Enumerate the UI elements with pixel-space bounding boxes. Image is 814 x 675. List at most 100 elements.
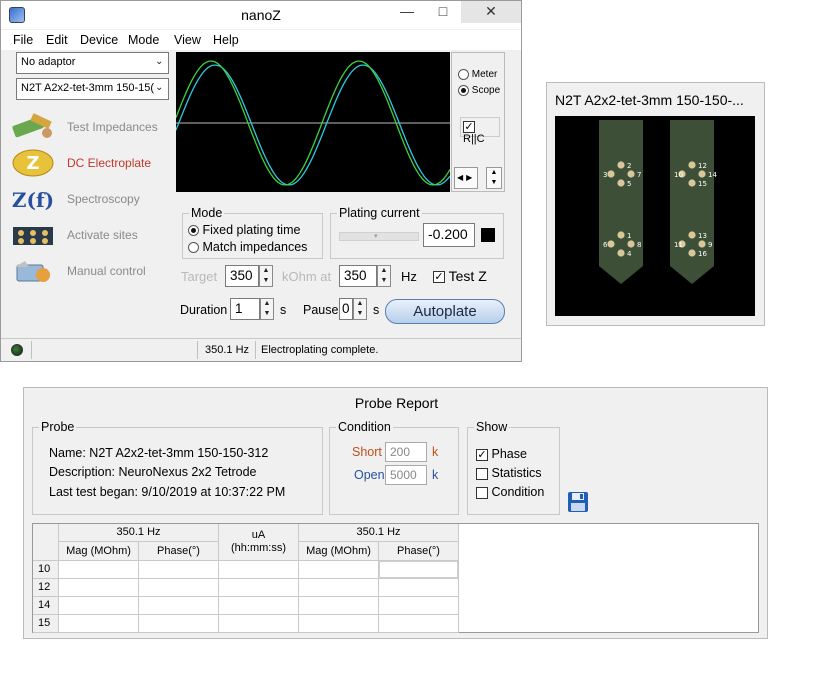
table-cell[interactable] [139, 579, 219, 597]
statistics-check-icon[interactable] [476, 467, 488, 480]
scope-scroll-vertical[interactable]: ▲ ▼ [486, 167, 502, 189]
scope-radio-button[interactable] [458, 85, 469, 96]
probe-site[interactable] [698, 170, 706, 178]
probe-site[interactable] [688, 231, 696, 239]
ric-check-icon[interactable]: ✓ [463, 121, 475, 134]
condition-check-icon[interactable] [476, 486, 488, 499]
table-cell[interactable] [219, 615, 299, 633]
meter-radio[interactable]: Meter [458, 69, 497, 80]
plating-current-input[interactable]: -0.200 [423, 223, 475, 247]
arrow-up-icon[interactable]: ▲ [487, 168, 501, 178]
table-cell[interactable] [299, 615, 379, 633]
menu-help[interactable]: Help [213, 33, 239, 47]
probe-site[interactable] [627, 170, 635, 178]
scope-scroll-horizontal[interactable]: ◀ ▶ [454, 167, 478, 189]
duration-input[interactable]: 1 [230, 298, 260, 320]
arrow-down-icon[interactable]: ▼ [354, 309, 366, 319]
probe-site-label: 13 [698, 232, 707, 240]
adaptor-select[interactable]: No adaptor ⌄ [16, 52, 169, 74]
arrow-down-icon[interactable]: ▼ [378, 276, 390, 286]
menu-mode[interactable]: Mode [128, 33, 159, 47]
probe-select[interactable]: N2T A2x2-tet-3mm 150-15( ⌄ [16, 78, 169, 100]
sidebar-item-activate-sites[interactable]: Activate sites [7, 219, 167, 251]
sidebar-item-manual-control[interactable]: Manual control [7, 255, 167, 287]
show-condition-checkbox[interactable]: Condition [476, 485, 544, 499]
table-cell[interactable] [59, 579, 139, 597]
table-cell[interactable] [299, 561, 379, 579]
table-cell[interactable] [139, 615, 219, 633]
ric-checkbox[interactable]: ✓ R||C [460, 117, 500, 145]
open-input[interactable]: 5000 [385, 465, 427, 485]
minimize-button[interactable]: — [389, 1, 425, 23]
probe-site[interactable] [617, 249, 625, 257]
menu-device[interactable]: Device [80, 33, 118, 47]
pause-input[interactable]: 0 [339, 298, 353, 320]
menu-view[interactable]: View [174, 33, 201, 47]
sidebar-item-test-impedances[interactable]: Test Impedances [7, 111, 167, 143]
show-phase-checkbox[interactable]: ✓ Phase [476, 447, 527, 461]
arrow-up-icon[interactable]: ▲ [378, 266, 390, 276]
probe-site[interactable] [607, 240, 615, 248]
probe-site[interactable] [617, 161, 625, 169]
phase-check-icon[interactable]: ✓ [476, 448, 488, 461]
probe-site[interactable] [607, 170, 615, 178]
meter-radio-button[interactable] [458, 69, 469, 80]
sidebar-item-dc-electroplate[interactable]: Z DC Electroplate [7, 147, 167, 179]
table-cell[interactable] [299, 597, 379, 615]
probe-site[interactable] [688, 179, 696, 187]
table-cell[interactable] [379, 579, 459, 597]
table-cell[interactable] [139, 597, 219, 615]
arrow-down-icon[interactable]: ▼ [260, 276, 272, 286]
close-button[interactable]: ✕ [461, 1, 521, 23]
sidebar-item-spectroscopy[interactable]: Z(f) Spectroscopy [7, 183, 167, 215]
table-cell[interactable] [219, 579, 299, 597]
table-cell[interactable] [379, 597, 459, 615]
probe-site[interactable] [688, 161, 696, 169]
scope-radio[interactable]: Scope [458, 85, 500, 96]
target-frequency-input[interactable]: 350 [339, 265, 377, 287]
title-bar[interactable]: nanoZ — □ ✕ [1, 1, 521, 29]
frequency-spinner[interactable]: ▲ ▼ [377, 265, 391, 287]
probe-site[interactable] [617, 179, 625, 187]
short-input[interactable]: 200 [385, 442, 427, 462]
menu-file[interactable]: File [13, 33, 33, 47]
arrow-down-icon[interactable]: ▼ [261, 309, 273, 319]
test-z-check-icon[interactable]: ✓ [433, 271, 445, 284]
slider-thumb[interactable]: ▾ [374, 232, 382, 241]
autoplate-button[interactable]: Autoplate [385, 299, 505, 324]
arrow-up-icon[interactable]: ▲ [354, 299, 366, 309]
table-cell[interactable] [59, 597, 139, 615]
probe-site[interactable] [617, 231, 625, 239]
arrow-up-icon[interactable]: ▲ [260, 266, 272, 276]
arrow-right-icon[interactable]: ▶ [463, 173, 472, 182]
duration-spinner[interactable]: ▲ ▼ [260, 298, 274, 320]
table-cell[interactable] [139, 561, 219, 579]
table-cell[interactable] [219, 597, 299, 615]
save-icon[interactable] [567, 491, 589, 513]
target-input[interactable]: 350 [225, 265, 259, 287]
probe-site[interactable] [698, 240, 706, 248]
arrow-down-icon[interactable]: ▼ [487, 178, 501, 188]
fixed-time-radio[interactable] [188, 225, 199, 237]
table-cell[interactable] [59, 615, 139, 633]
mode-option-match[interactable]: Match impedances [188, 240, 307, 254]
table-cell[interactable] [219, 561, 299, 579]
probe-site-label: 11 [674, 241, 683, 249]
arrow-up-icon[interactable]: ▲ [261, 299, 273, 309]
arrow-left-icon[interactable]: ◀ [455, 173, 463, 182]
test-z-checkbox[interactable]: ✓ Test Z [433, 268, 487, 284]
show-statistics-checkbox[interactable]: Statistics [476, 466, 542, 480]
menu-edit[interactable]: Edit [46, 33, 68, 47]
table-cell[interactable] [59, 561, 139, 579]
pause-spinner[interactable]: ▲ ▼ [353, 298, 367, 320]
probe-site[interactable] [627, 240, 635, 248]
maximize-button[interactable]: □ [425, 1, 461, 23]
table-cell[interactable] [299, 579, 379, 597]
probe-site[interactable] [688, 249, 696, 257]
plating-current-slider[interactable]: ▾ [339, 232, 419, 241]
table-cell[interactable] [379, 615, 459, 633]
match-impedances-radio[interactable] [188, 242, 199, 254]
table-cell[interactable] [379, 561, 459, 579]
target-spinner[interactable]: ▲ ▼ [259, 265, 273, 287]
mode-option-fixed[interactable]: Fixed plating time [188, 223, 300, 237]
